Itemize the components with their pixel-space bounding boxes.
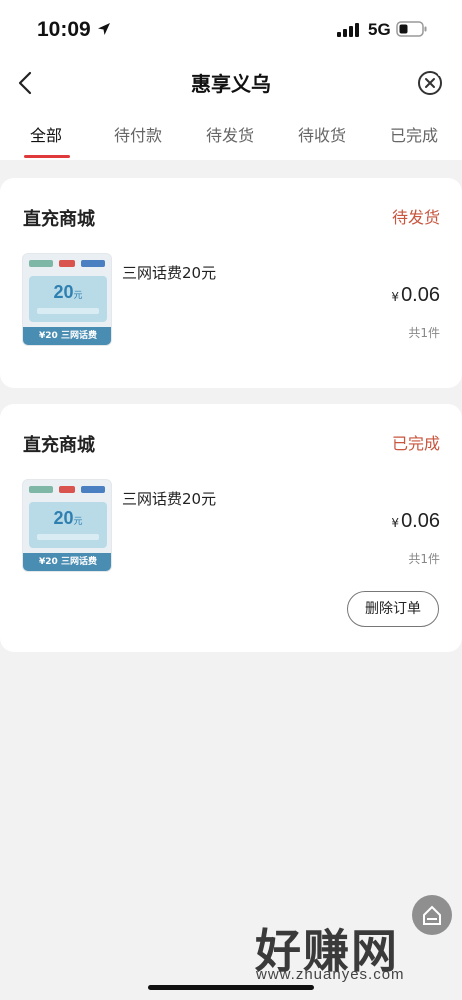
- price-symbol: ¥: [391, 516, 400, 530]
- delete-order-button[interactable]: 删除订单: [347, 591, 439, 627]
- order-card[interactable]: 直充商城 已完成 20元 ¥20 三网话费 三网话费20元 ¥0.06 共1件 …: [0, 404, 462, 652]
- order-card[interactable]: 直充商城 待发货 20元 ¥20 三网话费 三网话费20元 ¥0.06 共1件: [0, 178, 462, 388]
- product-image-unit: 元: [73, 516, 83, 526]
- location-arrow-icon: [96, 21, 112, 41]
- tab-completed[interactable]: 已完成: [390, 122, 438, 146]
- product-image-footer: ¥20 三网话费: [23, 553, 111, 571]
- nav-bar: 惠享义乌: [0, 58, 462, 110]
- price: ¥0.06: [391, 284, 440, 307]
- signal-icon: [337, 22, 361, 41]
- tab-active-indicator: [24, 155, 70, 158]
- shop-name: 直充商城: [23, 435, 95, 456]
- product-name: 三网话费20元: [122, 490, 217, 508]
- tab-pending-shipment[interactable]: 待发货: [206, 122, 254, 146]
- tab-pending-payment[interactable]: 待付款: [114, 122, 162, 146]
- carrier-logos-icon: [29, 486, 107, 496]
- price-symbol: ¥: [391, 290, 400, 304]
- product-name: 三网话费20元: [122, 264, 217, 282]
- product-image[interactable]: 20元 ¥20 三网话费: [22, 479, 112, 572]
- product-image-footer: ¥20 三网话费: [23, 327, 111, 345]
- status-time: 10:09: [37, 18, 91, 41]
- status-bar: 10:09 5G: [0, 0, 462, 58]
- close-circle-icon: [418, 71, 442, 95]
- battery-icon: [396, 21, 428, 41]
- network-label: 5G: [368, 20, 391, 39]
- tab-pending-receipt[interactable]: 待收货: [298, 122, 346, 146]
- shop-name: 直充商城: [23, 209, 95, 230]
- product-image-unit: 元: [73, 290, 83, 300]
- product-image-amount: 20: [53, 282, 74, 302]
- order-status: 已完成: [391, 434, 440, 453]
- page-title: 惠享义乌: [191, 72, 271, 96]
- price-value: 0.06: [401, 510, 440, 532]
- quantity: 共1件: [408, 552, 440, 566]
- product-image[interactable]: 20元 ¥20 三网话费: [22, 253, 112, 346]
- close-button[interactable]: [416, 69, 444, 97]
- watermark-url: www.zhuanyes.com: [256, 966, 405, 983]
- product-image-amount: 20: [53, 508, 74, 528]
- quantity: 共1件: [408, 326, 440, 340]
- price: ¥0.06: [391, 510, 440, 533]
- watermark-home-icon: [412, 895, 452, 935]
- home-indicator[interactable]: [148, 985, 314, 990]
- order-tabs: 全部 待付款 待发货 待收货 已完成: [0, 110, 462, 160]
- order-status: 待发货: [391, 208, 440, 227]
- tab-all[interactable]: 全部: [30, 122, 62, 146]
- price-value: 0.06: [401, 284, 440, 306]
- carrier-logos-icon: [29, 260, 107, 270]
